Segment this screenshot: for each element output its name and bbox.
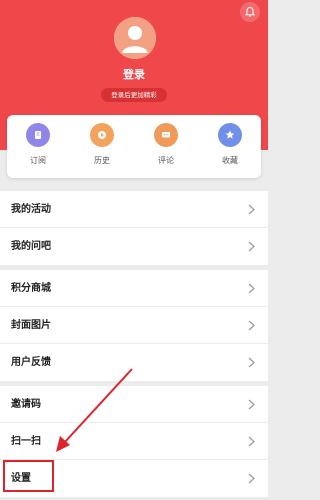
annotation-arrow-icon [56,368,133,452]
